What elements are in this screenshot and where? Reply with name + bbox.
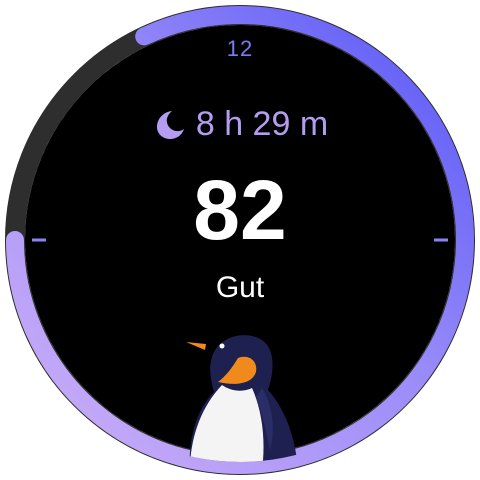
sleep-duration-row: 8 h 29 m bbox=[0, 102, 480, 146]
sleep-score-rating: Gut bbox=[215, 271, 265, 304]
watch-face: 12 8 h 29 m 82 Gut bbox=[0, 0, 480, 480]
sleep-duration: 8 h 29 m bbox=[195, 105, 329, 143]
moon-icon bbox=[156, 111, 184, 139]
sleep-score-value: 82 bbox=[193, 163, 287, 257]
top-tick-label: 12 bbox=[226, 36, 254, 61]
